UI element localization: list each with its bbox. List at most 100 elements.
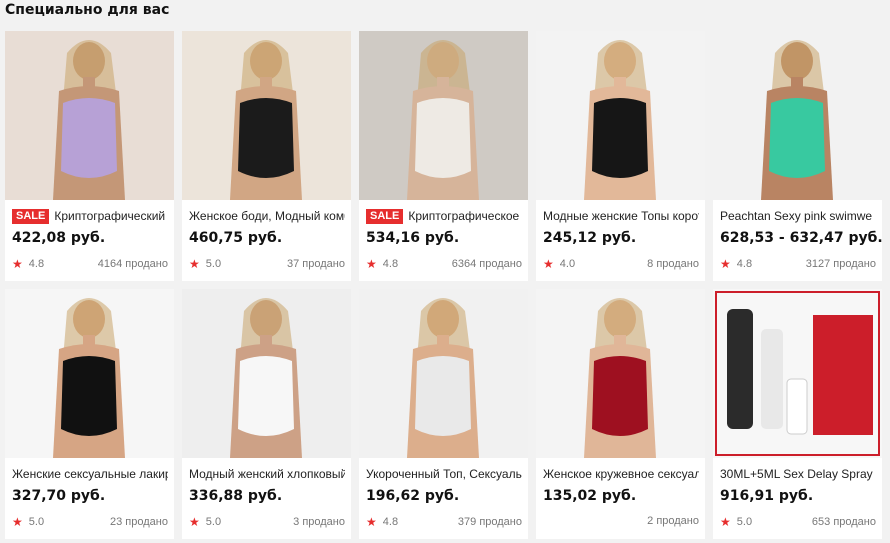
sold-count: 3 продано [293, 516, 345, 528]
product-rating: ★ 4.8 [366, 515, 398, 529]
product-title[interactable]: Женские сексуальные лакир [12, 467, 168, 481]
product-title[interactable]: 30ML+5ML Sex Delay Spray [720, 467, 873, 481]
product-rating: ★ 5.0 [12, 515, 44, 529]
product-price: 327,70 руб. [12, 488, 106, 504]
product-rating: ★ 5.0 [720, 515, 752, 529]
product-rating: ★ 4.8 [720, 257, 752, 271]
product-meta: ★ 4.0 8 продано [543, 257, 699, 271]
rating-value: 4.8 [382, 516, 399, 528]
star-icon: ★ [720, 257, 731, 271]
product-image[interactable] [536, 289, 705, 458]
product-title-row[interactable]: Женское кружевное сексуаль [543, 466, 699, 482]
product-title-row[interactable]: Женские сексуальные лакир [12, 466, 168, 482]
product-title-row[interactable]: Модный женский хлопковый [189, 466, 345, 482]
product-price: 534,16 руб. [366, 230, 460, 246]
rating-value: 5.0 [736, 516, 753, 528]
rating-value: 4.0 [559, 258, 576, 270]
product-price: 135,02 руб. [543, 488, 637, 504]
product-image[interactable] [359, 289, 528, 458]
rating-value: 4.8 [28, 258, 45, 270]
product-image[interactable] [713, 31, 882, 200]
product-title[interactable]: Криптографический [54, 209, 165, 223]
star-icon: ★ [189, 257, 200, 271]
product-card[interactable]: 30ML+5ML Sex Delay Spray 916,91 руб. ★ 5.0 6… [713, 289, 882, 539]
product-meta: ★ 5.0 653 продано [720, 515, 876, 529]
product-card[interactable]: SALE Криптографическое 534,16 руб. ★ 4.8 6364… [359, 31, 528, 281]
product-title-row[interactable]: 30ML+5ML Sex Delay Spray [720, 466, 876, 482]
product-rating: ★ 5.0 [189, 515, 221, 529]
product-card[interactable]: Модные женские Топы корот 245,12 руб. ★ 4.0… [536, 31, 705, 281]
product-title-row[interactable]: Женское боди, Модный комб [189, 208, 345, 224]
star-icon: ★ [12, 257, 23, 271]
product-card[interactable]: Укороченный Топ, Сексуаль 196,62 руб. ★ 4.8… [359, 289, 528, 539]
product-meta: ★ 5.0 23 продано [12, 515, 168, 529]
rating-value: 5.0 [28, 516, 45, 528]
product-card[interactable]: SALE Криптографический 422,08 руб. ★ 4.8 4164… [5, 31, 174, 281]
product-price: 422,08 руб. [12, 230, 106, 246]
product-meta: ★ 5.0 3 продано [189, 515, 345, 529]
sold-count: 23 продано [110, 516, 168, 528]
sold-count: 379 продано [457, 516, 522, 528]
product-grid: SALE Криптографический 422,08 руб. ★ 4.8 4164… [5, 31, 884, 539]
product-image[interactable] [713, 289, 882, 458]
sold-count: 3127 продано [805, 258, 876, 270]
product-rating: ★ 4.8 [366, 257, 398, 271]
star-icon: ★ [543, 257, 554, 271]
product-card[interactable]: Модный женский хлопковый 336,88 руб. ★ 5.0 3… [182, 289, 351, 539]
sold-count: 2 продано [647, 515, 699, 527]
product-image[interactable] [5, 289, 174, 458]
star-icon: ★ [720, 515, 731, 529]
product-price: 245,12 руб. [543, 230, 637, 246]
product-card[interactable]: Женское боди, Модный комб 460,75 руб. ★ 5.0… [182, 31, 351, 281]
product-title-row[interactable]: SALE Криптографическое [366, 208, 522, 224]
product-title[interactable]: Модный женский хлопковый [189, 467, 345, 481]
product-image[interactable] [5, 31, 174, 200]
product-meta: ★ 4.8 6364 продано [366, 257, 522, 271]
product-title-row[interactable]: SALE Криптографический [12, 208, 168, 224]
product-image[interactable] [182, 289, 351, 458]
section-title: Специально для вас [5, 2, 170, 18]
sold-count: 4164 продано [97, 258, 168, 270]
product-title[interactable]: Женское кружевное сексуаль [543, 467, 699, 481]
product-card[interactable]: Женские сексуальные лакир 327,70 руб. ★ 5.0… [5, 289, 174, 539]
rating-value: 4.8 [382, 258, 399, 270]
product-card[interactable]: Женское кружевное сексуаль 135,02 руб. 2 п… [536, 289, 705, 539]
sale-badge: SALE [12, 208, 50, 224]
product-rating: ★ 4.0 [543, 257, 575, 271]
star-icon: ★ [366, 515, 377, 529]
star-icon: ★ [12, 515, 23, 529]
product-title[interactable]: Женское боди, Модный комб [189, 209, 345, 223]
product-image[interactable] [536, 31, 705, 200]
rating-value: 4.8 [736, 258, 753, 270]
product-title[interactable]: Модные женские Топы корот [543, 209, 699, 223]
rating-value: 5.0 [205, 516, 222, 528]
product-price: 196,62 руб. [366, 488, 460, 504]
product-meta: 2 продано [543, 515, 699, 527]
sold-count: 8 продано [647, 258, 699, 270]
sold-count: 653 продано [811, 516, 876, 528]
product-meta: ★ 4.8 379 продано [366, 515, 522, 529]
product-title-row[interactable]: Модные женские Топы корот [543, 208, 699, 224]
product-title-row[interactable]: Укороченный Топ, Сексуаль [366, 466, 522, 482]
product-title[interactable]: Криптографическое [408, 209, 519, 223]
product-card[interactable]: Peachtan Sexy pink swimwe 628,53 - 632,47… [713, 31, 882, 281]
product-rating: ★ 4.8 [12, 257, 44, 271]
product-image[interactable] [182, 31, 351, 200]
rating-value: 5.0 [205, 258, 222, 270]
product-title[interactable]: Peachtan Sexy pink swimwe [720, 209, 872, 223]
star-icon: ★ [189, 515, 200, 529]
product-price: 336,88 руб. [189, 488, 283, 504]
product-meta: ★ 4.8 3127 продано [720, 257, 876, 271]
product-price: 916,91 руб. [720, 488, 814, 504]
product-title[interactable]: Укороченный Топ, Сексуаль [366, 467, 522, 481]
star-icon: ★ [366, 257, 377, 271]
sold-count: 6364 продано [451, 258, 522, 270]
product-price: 460,75 руб. [189, 230, 283, 246]
product-image[interactable] [359, 31, 528, 200]
sold-count: 37 продано [287, 258, 345, 270]
product-title-row[interactable]: Peachtan Sexy pink swimwe [720, 208, 876, 224]
sale-badge: SALE [366, 208, 404, 224]
product-meta: ★ 4.8 4164 продано [12, 257, 168, 271]
product-price: 628,53 - 632,47 руб. [720, 230, 882, 246]
product-rating: ★ 5.0 [189, 257, 221, 271]
